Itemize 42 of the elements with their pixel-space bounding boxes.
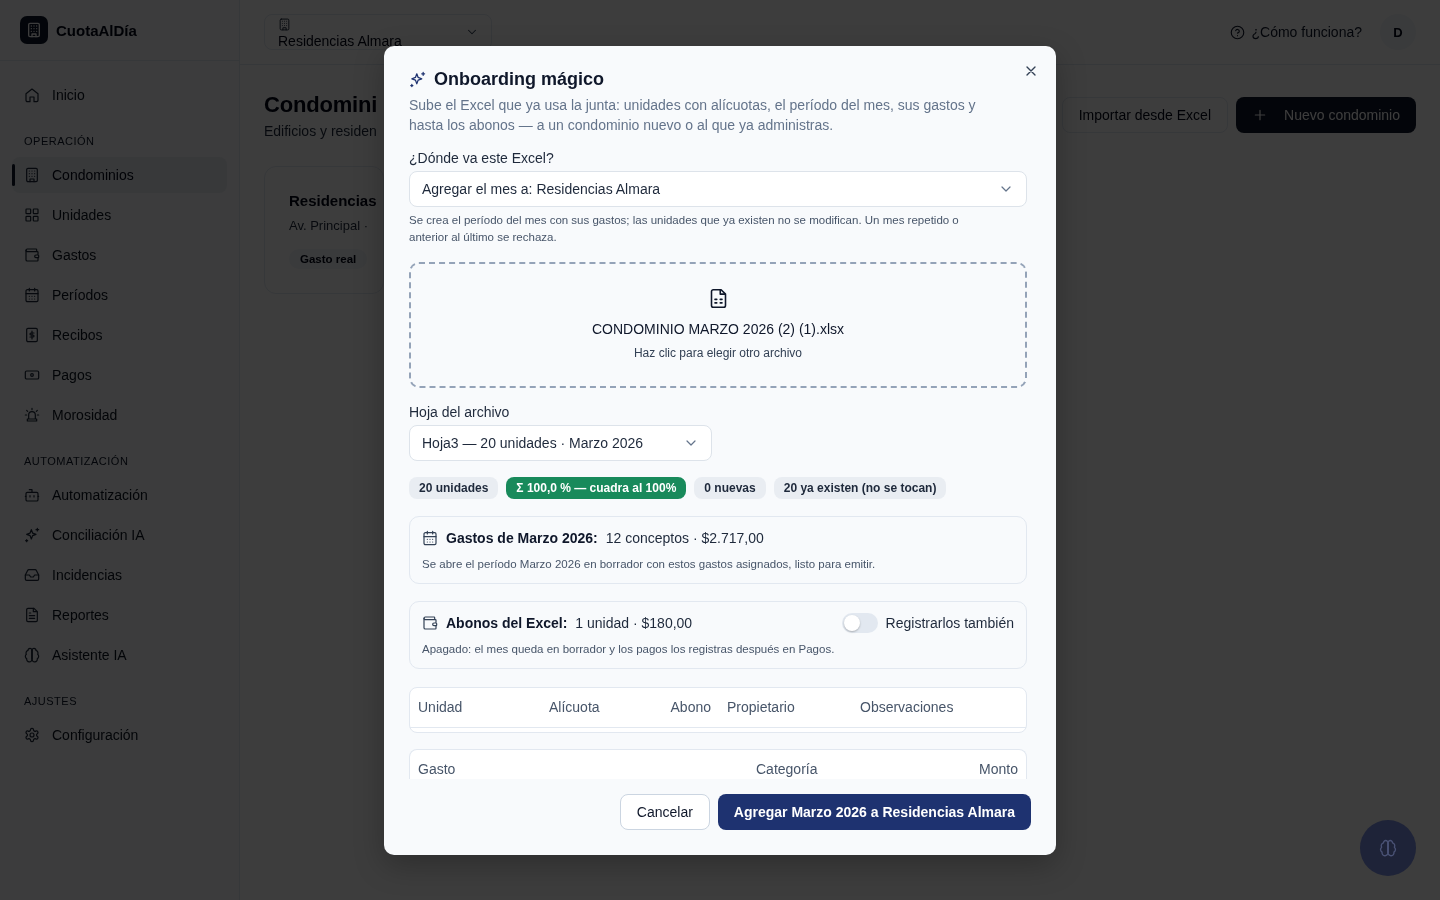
confirm-button[interactable]: Agregar Marzo 2026 a Residencias Almara xyxy=(717,793,1031,830)
brain-icon xyxy=(1379,839,1397,857)
toggle-label: Registrarlos también xyxy=(885,614,1014,631)
toggle-switch[interactable] xyxy=(841,612,878,633)
help-text: Se crea el período del mes con sus gastos; las unidades que ya existen no se modifican. Un mes repetido o anterior al último se rechaza. xyxy=(409,212,960,245)
section-label: AUTOMATIZACIÓN xyxy=(23,454,130,469)
column-header: Alícuota xyxy=(548,698,601,717)
column-header: Categoría xyxy=(755,759,819,779)
summary-note: Se abre el período Marzo 2026 en borrador con estos gastos asignados, listo para emitir. xyxy=(422,556,877,572)
summary-detail: 1 unidad · $180,00 xyxy=(575,614,693,631)
field-label: ¿Dónde va este Excel? xyxy=(409,148,555,168)
column-header: Observaciones xyxy=(859,698,955,717)
section-label: OPERACIÓN xyxy=(23,134,96,149)
column-header: Gasto xyxy=(417,759,457,779)
stat-badge: 20 unidades xyxy=(409,476,499,499)
file-drop-zone[interactable]: CONDOMINIO MARZO 2026 (2) (1).xlsx Haz clic para elegir otro archivo xyxy=(409,261,1027,388)
column-header: Abono xyxy=(669,698,712,717)
dialog-description: Sube el Excel que ya usa la junta: unidades con alícuotas, el período del mes, sus gastos y hasta los abonos — a un condominio nuevo o al que ya administras. xyxy=(409,95,977,135)
column-header: Propietario xyxy=(726,698,796,717)
summary-title: Abonos del Excel: xyxy=(446,614,568,631)
calendar-icon xyxy=(422,529,438,546)
dialog-title: Onboarding mágico xyxy=(434,69,604,90)
column-header: Unidad xyxy=(417,698,464,717)
stat-badge: Σ 100,0 % — cuadra al 100% xyxy=(506,476,687,499)
column-header: Monto xyxy=(978,759,1019,779)
cancel-button[interactable]: Cancelar xyxy=(619,793,710,830)
stat-badge: 0 nuevas xyxy=(694,476,766,499)
sparkles-icon xyxy=(409,71,426,88)
summary-note: Apagado: el mes queda en borrador y los pagos los registras después en Pagos. xyxy=(422,641,836,657)
page-title: Condomini xyxy=(264,91,378,119)
sheet-select[interactable]: Hoja3 — 20 unidades · Marzo 2026 xyxy=(409,424,712,461)
brand-name: CuotaAlDía xyxy=(56,21,137,39)
stat-badge: 20 ya existen (no se tocan) xyxy=(773,476,947,499)
file-name: CONDOMINIO MARZO 2026 (2) (1).xlsx xyxy=(592,320,844,339)
card-title: Residencias xyxy=(289,191,378,211)
destination-select[interactable]: Agregar el mes a: Residencias Almara xyxy=(409,170,1027,207)
file-hint: Haz clic para elegir otro archivo xyxy=(633,345,803,361)
field-label: Hoja del archivo xyxy=(409,402,511,422)
summary-detail: 12 conceptos · $2.717,00 xyxy=(605,529,764,546)
wallet-icon xyxy=(422,614,438,631)
summary-title: Gastos de Marzo 2026: xyxy=(446,529,598,546)
section-label: AJUSTES xyxy=(23,694,78,709)
